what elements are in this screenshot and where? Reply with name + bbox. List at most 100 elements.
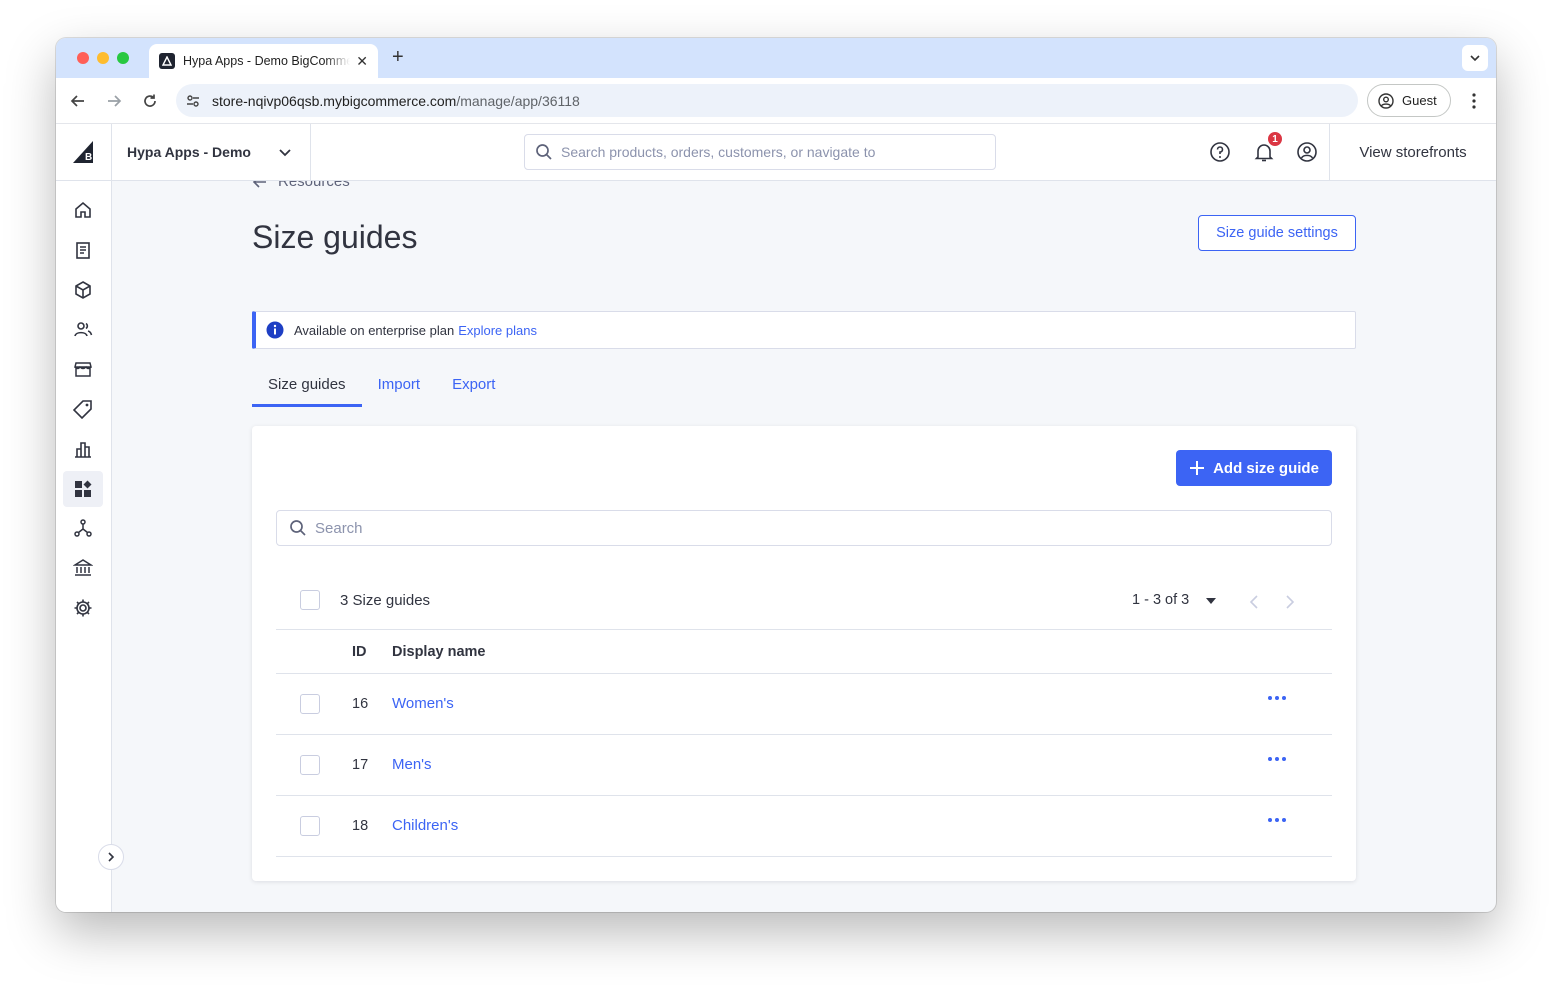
size-guides-panel: Add size guide 3 Size guides 1 - 3 of 3 … — [252, 426, 1356, 881]
row-id: 17 — [352, 757, 369, 773]
sidebar-item-customers[interactable] — [63, 311, 103, 347]
browser-window: Hypa Apps - Demo BigCommerce ✕ + store-n… — [56, 38, 1496, 912]
pagination-range: 1 - 3 of 3 — [1132, 592, 1190, 608]
size-guides-search-input[interactable] — [315, 519, 1315, 537]
close-tab-icon[interactable]: ✕ — [356, 53, 368, 70]
row-id: 18 — [352, 818, 369, 834]
row-display-name-link[interactable]: Men's — [392, 756, 432, 773]
bigcommerce-favicon-icon — [159, 53, 175, 69]
profile-button[interactable]: Guest — [1367, 84, 1451, 117]
chevron-down-icon — [279, 149, 291, 157]
url-path: /manage/app/36118 — [456, 92, 580, 109]
forward-arrow-icon[interactable] — [105, 92, 123, 110]
minimize-window-button[interactable] — [97, 52, 109, 64]
chevron-down-icon — [1470, 55, 1480, 62]
size-guides-count: 3 Size guides — [340, 592, 431, 609]
sidebar-item-finance[interactable] — [63, 550, 103, 586]
account-icon[interactable] — [1296, 141, 1318, 163]
table-row: 17 Men's — [276, 735, 1332, 796]
bigcommerce-logo[interactable]: B — [56, 124, 112, 180]
page-tabs: Size guides Import Export — [252, 371, 511, 407]
add-size-guide-button[interactable]: Add size guide — [1176, 450, 1332, 486]
view-storefronts-button[interactable]: View storefronts — [1329, 124, 1496, 180]
global-search[interactable] — [524, 134, 996, 170]
banner-text: Available on enterprise plan — [294, 322, 455, 338]
store-switcher[interactable]: Hypa Apps - Demo — [112, 124, 311, 180]
add-size-guide-label: Add size guide — [1213, 459, 1319, 477]
enterprise-plan-banner: Available on enterprise plan Explore pla… — [252, 311, 1356, 349]
site-settings-icon[interactable] — [184, 92, 202, 110]
row-actions-more-icon[interactable] — [1268, 757, 1286, 761]
home-icon — [75, 201, 91, 218]
caret-down-icon[interactable] — [1205, 596, 1217, 606]
back-arrow-icon — [252, 181, 266, 188]
table-row: 18 Children's — [276, 796, 1332, 857]
reload-icon[interactable] — [141, 92, 159, 110]
back-arrow-icon[interactable] — [69, 92, 87, 110]
sidebar-item-marketing[interactable] — [63, 391, 103, 427]
row-id: 16 — [352, 696, 369, 712]
new-tab-button[interactable]: + — [392, 46, 404, 69]
close-window-button[interactable] — [77, 52, 89, 64]
sidebar-item-apps[interactable] — [63, 471, 103, 507]
global-search-input[interactable] — [561, 144, 981, 160]
notification-badge: 1 — [1267, 131, 1283, 147]
maximize-window-button[interactable] — [117, 52, 129, 64]
marketing-icon — [73, 400, 92, 419]
column-header-id[interactable]: ID — [352, 644, 367, 660]
browser-menu-icon[interactable] — [1467, 91, 1481, 111]
browser-tab[interactable]: Hypa Apps - Demo BigCommerce ✕ — [149, 44, 378, 78]
channels-icon — [74, 519, 92, 537]
column-header-display-name[interactable]: Display name — [392, 644, 486, 660]
customers-icon — [74, 322, 93, 337]
table-summary-row: 3 Size guides 1 - 3 of 3 — [276, 576, 1332, 630]
sidebar-item-channels[interactable] — [63, 510, 103, 546]
chevron-right-icon[interactable] — [1284, 594, 1296, 610]
sidebar-nav — [56, 181, 124, 912]
sidebar-item-storefront[interactable] — [63, 351, 103, 387]
row-checkbox[interactable] — [300, 816, 320, 836]
sidebar-item-products[interactable] — [63, 272, 103, 308]
tab-size-guides[interactable]: Size guides — [252, 371, 362, 407]
breadcrumb[interactable]: Resources — [252, 181, 350, 190]
tab-import[interactable]: Import — [362, 371, 437, 407]
sidebar-item-home[interactable] — [63, 192, 103, 228]
table-header: ID Display name — [276, 630, 1332, 674]
browser-toolbar: store-nqivp06qsb.mybigcommerce.com/manag… — [56, 78, 1496, 124]
row-display-name-link[interactable]: Children's — [392, 817, 458, 834]
size-guides-search[interactable] — [276, 510, 1332, 546]
orders-icon — [76, 242, 90, 259]
size-guide-settings-button[interactable]: Size guide settings — [1198, 215, 1356, 251]
select-all-checkbox[interactable] — [300, 590, 320, 610]
products-icon — [75, 281, 91, 299]
row-checkbox[interactable] — [300, 694, 320, 714]
storefront-icon — [74, 362, 92, 377]
address-bar[interactable]: store-nqivp06qsb.mybigcommerce.com/manag… — [176, 84, 1358, 117]
url-host: store-nqivp06qsb.mybigcommerce.com — [212, 92, 457, 109]
sidebar-item-orders[interactable] — [63, 232, 103, 268]
row-actions-more-icon[interactable] — [1268, 696, 1286, 700]
store-name: Hypa Apps - Demo — [127, 144, 251, 160]
table-row: 16 Women's — [276, 674, 1332, 735]
row-checkbox[interactable] — [300, 755, 320, 775]
tab-title: Hypa Apps - Demo BigCommerce — [183, 54, 351, 68]
analytics-icon — [75, 442, 91, 458]
search-icon — [536, 144, 552, 160]
tab-export[interactable]: Export — [436, 371, 511, 407]
sidebar-item-settings[interactable] — [63, 590, 103, 626]
breadcrumb-label: Resources — [278, 181, 350, 190]
sidebar-item-analytics[interactable] — [63, 431, 103, 467]
url-text: store-nqivp06qsb.mybigcommerce.com/manag… — [212, 93, 580, 109]
chevron-left-icon[interactable] — [1248, 594, 1260, 610]
row-display-name-link[interactable]: Women's — [392, 695, 454, 712]
main-content: Resources Size guides Size guide setting… — [112, 181, 1496, 912]
app-header: B Hypa Apps - Demo 1 View storefronts — [56, 124, 1496, 181]
apps-icon — [75, 480, 92, 497]
finance-icon — [73, 559, 93, 576]
settings-icon — [74, 599, 92, 617]
row-actions-more-icon[interactable] — [1268, 818, 1286, 822]
tab-search-button[interactable] — [1462, 45, 1488, 71]
explore-plans-link[interactable]: Explore plans — [458, 323, 537, 338]
help-icon[interactable] — [1209, 141, 1231, 163]
browser-tab-strip: Hypa Apps - Demo BigCommerce ✕ + — [56, 38, 1496, 78]
